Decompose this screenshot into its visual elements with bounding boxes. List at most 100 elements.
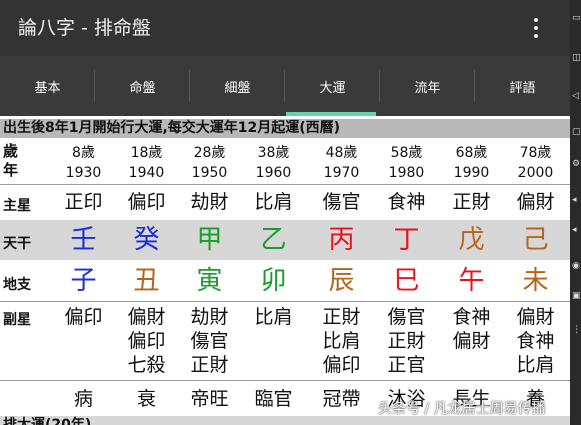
dizhi-cell: 巳 <box>393 266 420 296</box>
fuxing-cell: 傷官 <box>387 306 426 328</box>
tab-xipan[interactable]: 細盤 <box>190 56 285 116</box>
zhuxing-cell: 偏印 <box>127 191 166 213</box>
screen-rotate-icon[interactable]: ▭ <box>572 14 581 23</box>
age-cell: 68歲 <box>455 145 488 161</box>
dayun-start-header: 出生後8年1月開始行大運,每交大運年12月起運(西曆) <box>0 119 570 138</box>
zhuxing-label: 主星 <box>3 198 31 214</box>
tab-bar: 基本 命盤 細盤 大運 流年 評語 <box>0 56 570 116</box>
dizhi-cell: 辰 <box>328 266 355 296</box>
age-cell: 18歲 <box>130 145 163 161</box>
age-cell: 8歲 <box>72 145 95 161</box>
volume-down-icon[interactable]: ◂ <box>572 226 577 235</box>
dizhi-cell: 卯 <box>260 266 287 296</box>
fuxing-cell: 食神 <box>452 306 491 328</box>
tiangan-cell: 己 <box>522 225 549 255</box>
fuxing-cell: 七殺 <box>127 354 166 376</box>
fuxing-cell: 偏印 <box>127 330 166 352</box>
back-icon[interactable]: ◁ <box>572 92 579 101</box>
zhuxing-cell: 劫財 <box>190 191 229 213</box>
tab-pingyu[interactable]: 評語 <box>475 56 570 116</box>
location-icon[interactable]: ◉ <box>572 262 580 271</box>
stage-cell: 衰 <box>136 388 156 410</box>
zhuxing-cell: 正印 <box>64 191 103 213</box>
tab-label: 評語 <box>509 80 536 96</box>
tiangan-cell: 壬 <box>70 225 97 255</box>
app-bar: 論八字 - 排命盤 <box>0 0 570 56</box>
stage-cell: 臨官 <box>254 388 293 410</box>
dizhi-cell: 丑 <box>133 266 160 296</box>
tab-mingpan[interactable]: 命盤 <box>95 56 190 116</box>
overflow-menu-icon[interactable] <box>526 14 546 42</box>
fuxing-label: 副星 <box>3 312 31 328</box>
stage-cell: 冠帶 <box>322 388 361 410</box>
more-icon[interactable]: ⋮ <box>572 326 581 335</box>
zhuxing-cell: 傷官 <box>322 191 361 213</box>
fuxing-cell: 食神 <box>516 330 555 352</box>
tab-label: 命盤 <box>129 80 156 96</box>
app-title: 論八字 - 排命盤 <box>18 17 151 39</box>
fuxing-row: 副星 偏印 偏財 偏印 七殺 劫財 傷官 正財 比肩 正財 比肩 偏印 傷官 正… <box>0 303 570 380</box>
age-year-row: 歲 年 8歲 1930 18歲 1940 28歲 1950 38歲 1960 4… <box>0 140 570 183</box>
zhuxing-cell: 偏財 <box>516 191 555 213</box>
volume-up-icon[interactable]: ◂ <box>572 196 577 205</box>
tab-label: 大運 <box>319 80 346 96</box>
row-divider <box>0 184 570 185</box>
tiangan-label: 天干 <box>3 236 31 252</box>
year-cell: 1980 <box>388 165 425 181</box>
fuxing-cell: 正財 <box>322 306 361 328</box>
dizhi-cell: 未 <box>522 266 549 296</box>
dizhi-cell: 午 <box>458 266 485 296</box>
dayun-panel: 出生後8年1月開始行大運,每交大運年12月起運(西曆) 歲 年 8歲 1930 … <box>0 116 570 425</box>
fuxing-cell: 正官 <box>387 354 426 376</box>
age-cell: 28歲 <box>193 145 226 161</box>
zhuxing-cell: 正財 <box>452 191 491 213</box>
year-cell: 1940 <box>128 165 165 181</box>
tiangan-cell: 丙 <box>328 225 355 255</box>
fuxing-cell: 比肩 <box>254 306 293 328</box>
year-cell: 1930 <box>65 165 102 181</box>
fuxing-cell: 傷官 <box>190 330 229 352</box>
zhuxing-cell: 食神 <box>387 191 426 213</box>
fuxing-cell: 比肩 <box>516 354 555 376</box>
tiangan-cell: 甲 <box>196 225 223 255</box>
tab-liunian[interactable]: 流年 <box>380 56 475 116</box>
settings-icon[interactable]: ⚙ <box>572 160 580 169</box>
fuxing-cell: 偏財 <box>127 306 166 328</box>
tab-basic[interactable]: 基本 <box>0 56 95 116</box>
tiangan-cell: 戊 <box>458 225 485 255</box>
watermark-text: 头条号 / 凡龙居士周易传播 <box>378 401 546 417</box>
dizhi-cell: 寅 <box>196 266 223 296</box>
year-label: 年 <box>3 161 19 179</box>
age-cell: 78歲 <box>519 145 552 161</box>
age-cell: 48歲 <box>325 145 358 161</box>
fuxing-cell: 劫財 <box>190 306 229 328</box>
tiangan-row: 天干 壬 癸 甲 乙 丙 丁 戊 己 <box>0 220 570 260</box>
fuxing-cell: 偏印 <box>64 306 103 328</box>
row-divider <box>0 301 570 302</box>
screenshot-icon[interactable]: ◫ <box>572 54 581 63</box>
footer-partial-label: 排大運(20年) <box>3 417 92 425</box>
fuxing-cell: 偏財 <box>452 330 491 352</box>
tiangan-cell: 乙 <box>260 225 287 255</box>
tiangan-cell: 癸 <box>133 225 160 255</box>
year-cell: 1960 <box>255 165 292 181</box>
fuxing-cell: 偏印 <box>322 354 361 376</box>
system-nav-bar: ▭ ◫ ◁ ▢ ⚙ ◂ ◂ ◉ ▣ ⋮ <box>570 0 581 425</box>
tab-label: 基本 <box>34 80 61 96</box>
tiangan-cell: 丁 <box>393 225 420 255</box>
tab-dayun[interactable]: 大運 <box>285 56 380 116</box>
camera-icon[interactable]: ▣ <box>572 292 581 301</box>
age-label: 歲 <box>3 142 19 160</box>
tab-label: 細盤 <box>224 80 251 96</box>
stage-cell: 病 <box>73 388 93 410</box>
stage-cell: 帝旺 <box>190 388 229 410</box>
fuxing-cell: 偏財 <box>516 306 555 328</box>
recent-apps-icon[interactable]: ▢ <box>572 128 581 137</box>
year-cell: 1990 <box>453 165 490 181</box>
year-cell: 1970 <box>323 165 360 181</box>
year-cell: 2000 <box>517 165 554 181</box>
dizhi-cell: 子 <box>70 266 97 296</box>
age-cell: 58歲 <box>390 145 423 161</box>
row-divider <box>0 380 570 381</box>
zhuxing-row: 主星 正印 偏印 劫財 比肩 傷官 食神 正財 偏財 <box>0 186 570 219</box>
